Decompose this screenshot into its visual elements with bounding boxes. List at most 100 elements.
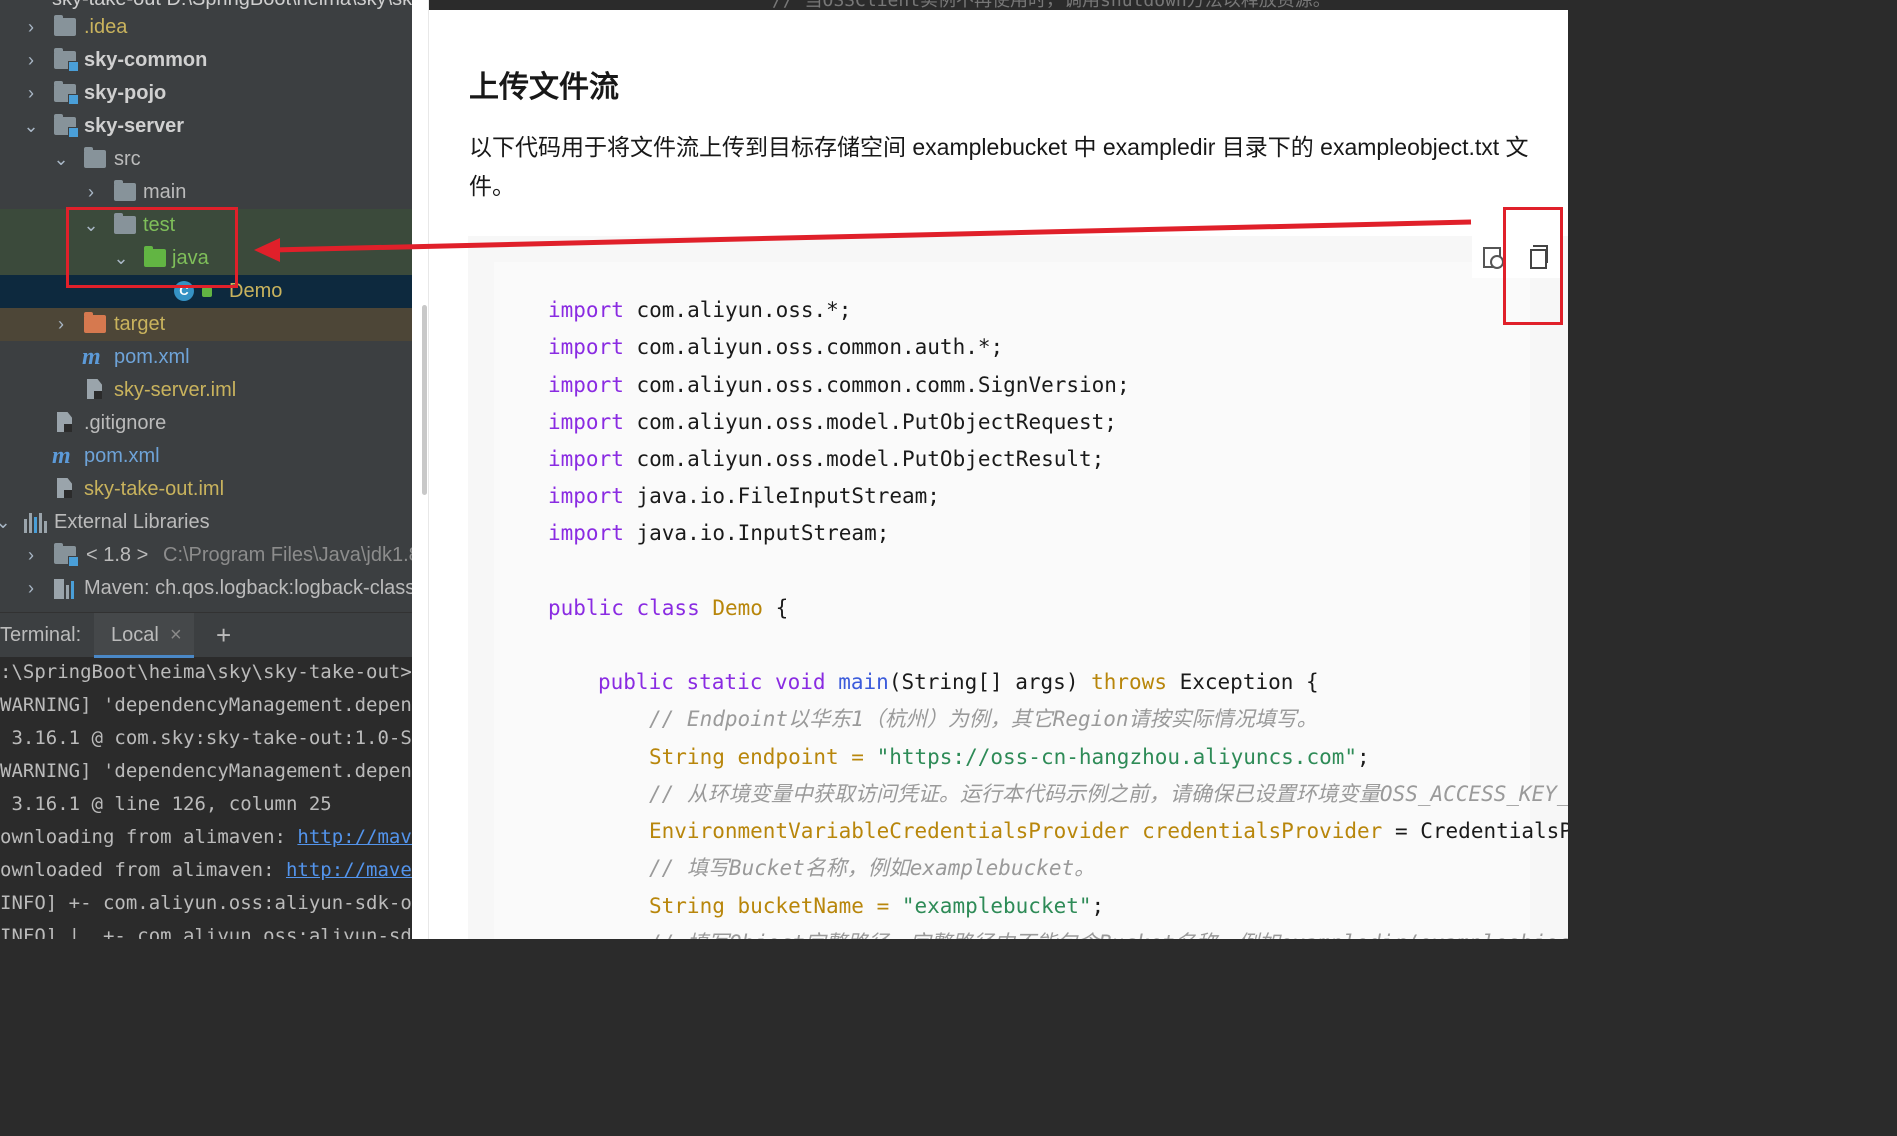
chevron-right-icon[interactable]: › bbox=[82, 176, 100, 209]
lock-icon bbox=[202, 287, 212, 297]
terminal-line: ownloaded from alimaven: http://maven bbox=[0, 854, 412, 887]
library-icon bbox=[54, 579, 78, 599]
tree-item-sky-pojo[interactable]: › sky-pojo bbox=[0, 77, 412, 110]
tree-item-gitignore[interactable]: .gitignore bbox=[0, 407, 412, 440]
terminal-line: :\SpringBoot\heima\sky\sky-take-out> bbox=[0, 661, 412, 683]
maven-icon: m bbox=[52, 443, 71, 469]
file-icon bbox=[87, 379, 102, 399]
tree-item-label: .idea bbox=[84, 16, 128, 38]
tree-item-label: pom.xml bbox=[114, 346, 190, 368]
code-line: public class Demo { bbox=[548, 596, 789, 620]
run-code-icon[interactable] bbox=[1480, 244, 1504, 269]
project-tree: sky-take-out D:\SpringBoot\heima\sky\sky… bbox=[0, 0, 412, 610]
add-terminal-icon[interactable]: + bbox=[216, 613, 231, 657]
terminal-line: INFO] | +- com.aliyun.oss:aliyun-sd bbox=[0, 925, 412, 939]
tree-item-label: main bbox=[143, 181, 187, 203]
chevron-right-icon[interactable]: › bbox=[22, 539, 40, 572]
chevron-right-icon[interactable]: › bbox=[22, 77, 40, 110]
tree-item-maven-lib[interactable]: › Maven: ch.qos.logback:logback-classic bbox=[0, 572, 412, 605]
libraries-icon bbox=[24, 513, 48, 533]
code-line: import com.aliyun.oss.common.comm.SignVe… bbox=[548, 373, 1130, 397]
tree-item-label: < 1.8 > bbox=[86, 544, 149, 566]
terminal-toolbar: Terminal: Local × + bbox=[0, 612, 412, 658]
folder-icon bbox=[114, 180, 136, 201]
doc-left-edge bbox=[412, 0, 429, 939]
terminal-line: INFO] +- com.aliyun.oss:aliyun-sdk-o bbox=[0, 892, 412, 914]
tree-item-idea[interactable]: › .idea bbox=[0, 11, 412, 44]
chevron-down-icon[interactable]: ⌄ bbox=[22, 110, 40, 143]
excluded-folder-icon bbox=[84, 312, 106, 333]
annotation-box-copy bbox=[1503, 207, 1563, 325]
code-line: import com.aliyun.oss.common.auth.*; bbox=[548, 335, 1004, 359]
code-comment: // 填写Object完整路径，完整路径中不能包含Bucket名称，例如exam… bbox=[649, 925, 1568, 939]
top-code-strip: // 当OSSClient实例不再使用时，调用shutdown方法以释放资源。 bbox=[412, 0, 1568, 11]
tree-item-label: sky-pojo bbox=[84, 82, 167, 104]
folder-icon bbox=[54, 15, 76, 36]
folder-icon bbox=[84, 147, 106, 168]
chevron-right-icon[interactable]: › bbox=[22, 11, 40, 44]
code-line: String endpoint = "https://oss-cn-hangzh… bbox=[649, 745, 1370, 769]
terminal-tab-local[interactable]: Local × bbox=[94, 613, 194, 658]
tree-item-label: sky-server.iml bbox=[114, 379, 237, 401]
chevron-right-icon[interactable]: › bbox=[52, 308, 70, 341]
tree-item-pom-root[interactable]: m pom.xml bbox=[0, 440, 412, 473]
module-folder-icon bbox=[54, 114, 79, 138]
annotation-box-test-java bbox=[66, 207, 238, 288]
tree-item-label: External Libraries bbox=[54, 511, 210, 533]
terminal-line: WARNING] 'dependencyManagement.depen bbox=[0, 694, 412, 716]
tree-item-label: sky-take-out.iml bbox=[84, 478, 225, 500]
chevron-right-icon[interactable]: › bbox=[22, 44, 40, 77]
code-line: EnvironmentVariableCredentialsProvider c… bbox=[649, 819, 1568, 843]
page-title: 上传文件流 bbox=[469, 71, 619, 104]
terminal-line: 3.16.1 @ com.sky:sky-take-out:1.0-S bbox=[0, 727, 412, 749]
tree-item-label: pom.xml bbox=[84, 445, 160, 467]
jdk-folder-icon bbox=[54, 543, 79, 567]
maven-icon: m bbox=[82, 344, 101, 370]
tree-item-main[interactable]: › main bbox=[0, 176, 412, 209]
code-area[interactable]: import com.aliyun.oss.*; import com.aliy… bbox=[494, 262, 1568, 939]
terminal-link[interactable]: http://maven bbox=[286, 859, 412, 881]
code-line: import java.io.FileInputStream; bbox=[548, 484, 940, 508]
module-folder-icon bbox=[54, 48, 79, 72]
terminal-line: ownloading from alimaven: http://mave bbox=[0, 821, 412, 854]
tree-item-label: sky-server bbox=[84, 115, 185, 137]
code-block: import com.aliyun.oss.*; import com.aliy… bbox=[468, 236, 1568, 939]
terminal-line: WARNING] 'dependencyManagement.depen bbox=[0, 760, 412, 782]
code-line: public static void main(String[] args) t… bbox=[598, 670, 1319, 694]
tree-item-label: target bbox=[114, 313, 166, 335]
tree-item-label: src bbox=[114, 148, 141, 170]
tree-item-jdk[interactable]: › < 1.8 > C:\Program Files\Java\jdk1.8 bbox=[0, 539, 412, 572]
code-line: import java.io.InputStream; bbox=[548, 521, 890, 545]
tree-item-pom-server[interactable]: m pom.xml bbox=[0, 341, 412, 374]
scrollbar-thumb[interactable] bbox=[422, 305, 427, 495]
terminal-panel: Terminal: Local × + :\SpringBoot\heima\s… bbox=[0, 612, 412, 939]
code-comment: // Endpoint以华东1（杭州）为例，其它Region请按实际情况填写。 bbox=[649, 707, 1318, 731]
tree-item-server-iml[interactable]: sky-server.iml bbox=[0, 374, 412, 407]
code-line: import com.aliyun.oss.*; bbox=[548, 298, 852, 322]
tree-item-sky-server[interactable]: ⌄ sky-server bbox=[0, 110, 412, 143]
tree-item-external-libraries[interactable]: ⌄ External Libraries bbox=[0, 506, 412, 539]
tree-item-label: sky-common bbox=[84, 49, 208, 71]
close-icon[interactable]: × bbox=[170, 613, 182, 657]
code-comment: // 填写Bucket名称，例如examplebucket。 bbox=[649, 856, 1096, 880]
file-icon bbox=[57, 478, 72, 498]
terminal-title: Terminal: bbox=[0, 624, 82, 646]
tree-item-sky-common[interactable]: › sky-common bbox=[0, 44, 412, 77]
code-line: String bucketName = "examplebucket"; bbox=[649, 894, 1105, 918]
tree-item-root-iml[interactable]: sky-take-out.iml bbox=[0, 473, 412, 506]
terminal-link[interactable]: http://mave bbox=[297, 826, 412, 848]
tree-item-path: C:\Program Files\Java\jdk1.8 bbox=[163, 544, 412, 566]
terminal-line: 3.16.1 @ line 126, column 25 bbox=[0, 793, 332, 815]
module-folder-icon bbox=[54, 81, 79, 105]
tree-item-target[interactable]: › target bbox=[0, 308, 412, 341]
ignore-file-icon bbox=[57, 412, 72, 432]
chevron-down-icon[interactable]: ⌄ bbox=[0, 506, 12, 539]
chevron-down-icon[interactable]: ⌄ bbox=[52, 143, 70, 176]
tree-item-src[interactable]: ⌄ src bbox=[0, 143, 412, 176]
documentation-page: // 当OSSClient实例不再使用时，调用shutdown方法以释放资源。 … bbox=[412, 0, 1568, 939]
tree-item-label: Maven: ch.qos.logback:logback-classic bbox=[84, 577, 412, 599]
code-line: import com.aliyun.oss.model.PutObjectRes… bbox=[548, 447, 1105, 471]
code-comment: // 从环境变量中获取访问凭证。运行本代码示例之前，请确保已设置环境变量OSS_… bbox=[649, 782, 1568, 806]
doc-paragraph: 以下代码用于将文件流上传到目标存储空间 examplebucket 中 exam… bbox=[469, 134, 1529, 199]
chevron-right-icon[interactable]: › bbox=[22, 572, 40, 605]
